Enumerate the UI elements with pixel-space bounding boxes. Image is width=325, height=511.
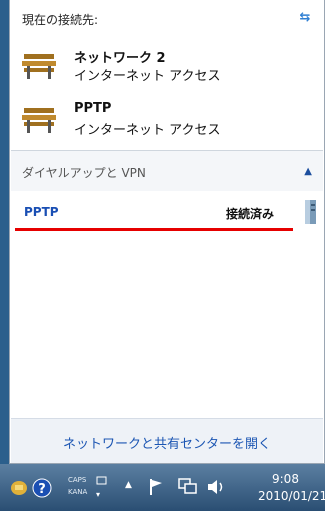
refresh-icon[interactable]: ⇆ <box>296 10 314 26</box>
bench-network-icon <box>22 54 56 79</box>
connection-item-network2[interactable]: ネットワーク 2 インターネット アクセス <box>20 44 310 88</box>
connection-name: PPTP <box>74 101 112 116</box>
vpn-item-pptp[interactable]: PPTP 接続済み <box>14 198 320 230</box>
connection-item-pptp[interactable]: PPTP インターネット アクセス <box>20 98 310 142</box>
bench-network-icon <box>22 108 56 133</box>
help-icon[interactable]: ? <box>32 478 52 498</box>
clock-time[interactable]: 9:08 <box>272 472 299 486</box>
vpn-section-heading: ダイヤルアップと VPN <box>22 166 146 180</box>
vpn-status: 接続済み <box>226 207 275 221</box>
server-icon <box>305 200 316 224</box>
connection-name: ネットワーク 2 <box>74 51 166 66</box>
language-bar-icon[interactable] <box>10 480 28 496</box>
vpn-name: PPTP <box>24 205 59 219</box>
clock-date[interactable]: 2010/01/21 <box>258 489 325 503</box>
current-connections-heading: 現在の接続先: <box>22 13 99 27</box>
network-flyout: 現在の接続先: ⇆ ネットワーク 2 インターネット アクセス PPTP インタ… <box>9 0 325 464</box>
chevron-down-icon[interactable]: ▾ <box>96 490 100 499</box>
ime-mode-icon[interactable] <box>96 476 108 486</box>
footer: ネットワークと共有センターを開く <box>11 418 323 463</box>
volume-icon[interactable] <box>206 478 226 496</box>
connection-status: インターネット アクセス <box>74 123 221 138</box>
open-network-center-link[interactable]: ネットワークと共有センターを開く <box>11 433 323 452</box>
svg-text:?: ? <box>38 482 46 497</box>
network-icon[interactable] <box>178 478 198 496</box>
action-center-flag-icon[interactable] <box>148 478 164 496</box>
taskbar: ? CAPS KANA ▾ ▲ 9:08 2010/01/21 <box>0 464 325 511</box>
show-hidden-icons-icon[interactable]: ▲ <box>125 480 132 490</box>
caps-indicator: CAPS <box>68 476 87 484</box>
connection-status: インターネット アクセス <box>74 69 221 84</box>
highlight-underline <box>15 228 293 231</box>
chevron-up-icon[interactable]: ▲ <box>304 166 312 177</box>
kana-indicator: KANA <box>68 488 88 496</box>
